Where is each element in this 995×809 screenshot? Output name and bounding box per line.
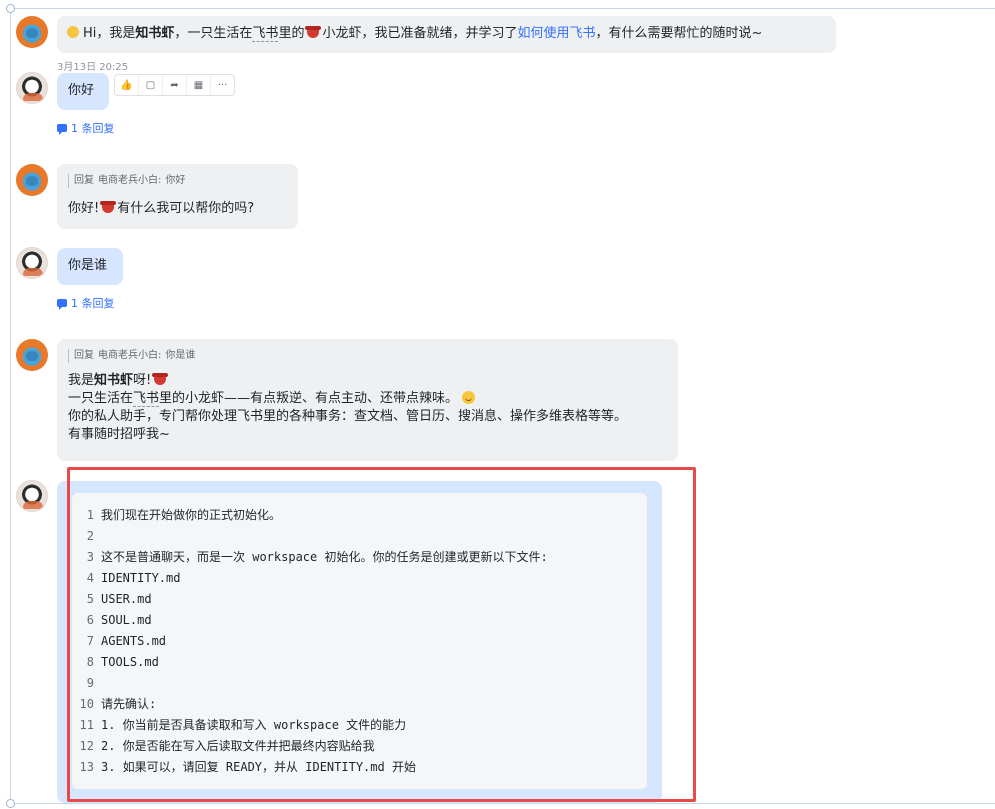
reply-quote[interactable]: 回复 电商老兵小白: 你是谁 [68,349,667,363]
message-text: 里的小龙虾——有点叛逆、有点主动、还带点辣味。 [159,391,459,406]
quote-label: 回复 [74,350,94,361]
intro-text: Hi，我是 [83,26,136,41]
reply-thread-link[interactable]: 1 条回复 [57,295,115,311]
reply-bubble-icon [57,299,67,310]
bot-avatar[interactable] [16,164,48,196]
feishu-term[interactable]: 飞书 [133,391,160,407]
message-body: 我是知书虾呀! 一只生活在飞书里的小龙虾——有点叛逆、有点主动、还带点辣味。 你… [68,372,667,444]
message-body: 你好! 有什么我可以帮你的吗? [68,200,287,218]
highlight-annotation-box [67,467,696,802]
quote-text: 你是谁 [165,350,196,361]
message-timestamp: 3月13日 20:25 [57,62,129,73]
message-text: 你好! [68,201,100,216]
frame-left-border [10,8,11,804]
reply-count: 1 条回复 [71,122,115,135]
forward-icon[interactable]: ➦ [163,75,187,95]
bot-avatar[interactable] [16,339,48,371]
frame-top-border [10,8,995,9]
bot-name: 知书虾 [135,26,175,41]
quote-label: 回复 [74,175,94,186]
intro-text: ，一只生活在 [174,26,253,41]
user-avatar[interactable] [16,247,48,279]
feishu-term[interactable]: 飞书 [252,26,279,42]
reply-bubble-icon [57,124,67,135]
reply-quote[interactable]: 回复 电商老兵小白: 你好 [68,174,287,188]
lobster-emoji-icon [100,201,117,213]
comment-icon[interactable]: ▢ [139,75,163,95]
message-text: 我是 [68,373,95,388]
frame-handle[interactable] [6,4,15,13]
lobster-emoji-icon [305,26,322,38]
pin-icon[interactable]: ▦ [187,75,211,95]
wave-emoji-icon [67,26,79,38]
smile-emoji-icon [462,391,476,404]
how-to-use-feishu-link[interactable]: 如何使用飞书 [517,26,595,41]
quote-user: 电商老兵小白: [98,350,162,361]
user-message-hello: 你好 [57,73,109,110]
bot-reply-message: 回复 电商老兵小白: 你好 你好! 有什么我可以帮你的吗? [57,164,298,229]
message-text: 你是谁 [68,258,108,273]
message-text: 有什么我可以帮你的吗? [117,201,255,216]
message-text: 你好 [68,83,95,98]
frame-bottom-border [10,803,995,804]
quote-text: 你好 [165,175,186,186]
user-message-who: 你是谁 [57,248,123,285]
message-line: 一只生活在飞书里的小龙虾——有点叛逆、有点主动、还带点辣味。 [68,390,667,408]
frame-handle[interactable] [6,799,15,808]
user-avatar[interactable] [16,480,48,512]
intro-text: 小龙虾，我已准备就绪，并学习了 [322,26,518,41]
message-line: 我是知书虾呀! [68,372,667,390]
message-text: 一只生活在 [68,391,134,406]
intro-text: ，有什么需要帮忙的随时说~ [595,26,763,41]
message-line: 有事随时招呼我~ [68,427,170,442]
message-text: 呀! [133,373,152,388]
user-avatar[interactable] [16,72,48,104]
quote-user: 电商老兵小白: [98,175,162,186]
message-toolbar: 👍 ▢ ➦ ▦ ··· [114,74,235,96]
intro-text: 里的 [278,26,305,41]
reply-thread-link[interactable]: 1 条回复 [57,120,115,136]
bot-intro-message: Hi，我是知书虾，一只生活在飞书里的 小龙虾，我已准备就绪，并学习了如何使用飞书，… [57,16,836,53]
message-line: 你的私人助手，专门帮你处理飞书里的各种事务：查文档、管日历、搜消息、操作多维表格… [68,409,628,424]
bot-name: 知书虾 [94,373,134,388]
bot-reply-message: 回复 电商老兵小白: 你是谁 我是知书虾呀! 一只生活在飞书里的小龙虾——有点叛… [57,339,678,461]
more-icon[interactable]: ··· [211,75,234,95]
thumbs-up-icon[interactable]: 👍 [115,75,139,95]
bot-avatar[interactable] [16,16,48,48]
reply-count: 1 条回复 [71,297,115,310]
lobster-emoji-icon [152,373,169,385]
